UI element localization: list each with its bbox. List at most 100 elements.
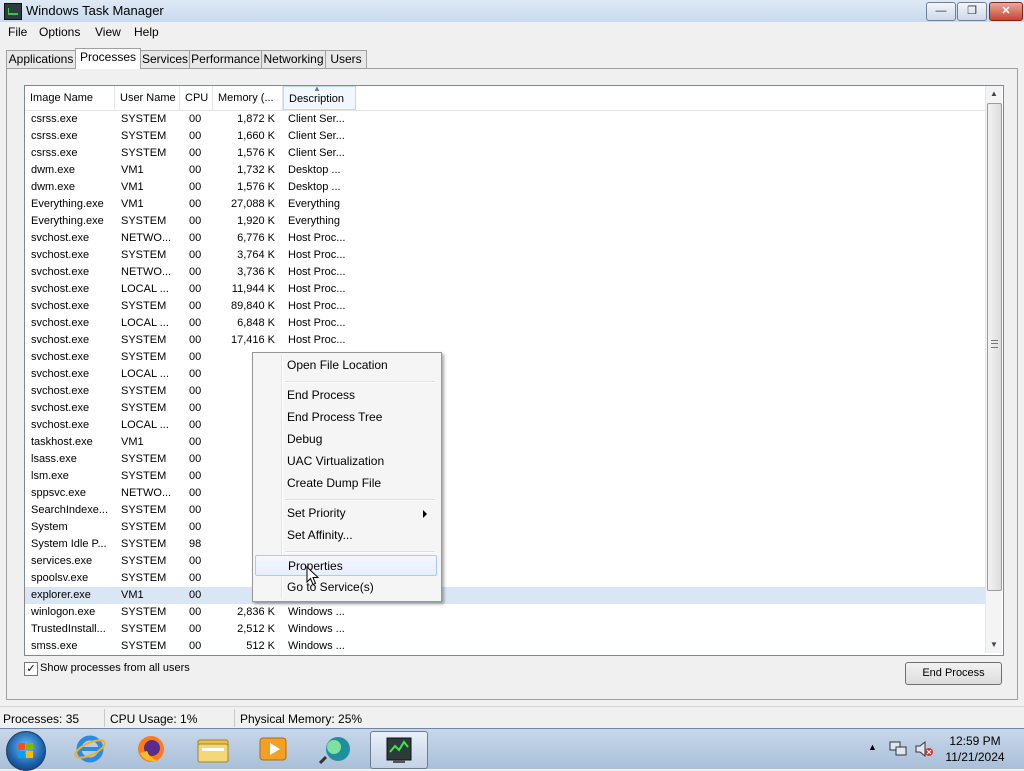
firefox-button[interactable] bbox=[123, 731, 179, 767]
table-row[interactable]: services.exeSYSTEM004,5 bbox=[25, 553, 985, 570]
menu-item-go-to-services[interactable]: Go to Service(s) bbox=[255, 577, 437, 598]
table-row[interactable]: csrss.exe SYSTEM 00 1,576 K Client Ser... bbox=[25, 145, 985, 162]
cell-cpu: 00 bbox=[189, 385, 202, 397]
column-memory[interactable]: Memory (... bbox=[213, 86, 283, 110]
table-row[interactable]: spoolsv.exeSYSTEM004,6 bbox=[25, 570, 985, 587]
scroll-down-icon[interactable]: ▼ bbox=[986, 637, 1002, 653]
table-row[interactable]: explorer.exeVM10011,3 bbox=[25, 587, 985, 604]
table-row[interactable]: lsm.exeSYSTEM001,8 bbox=[25, 468, 985, 485]
table-row[interactable]: System SYSTEM 00 bbox=[25, 519, 985, 536]
menu-view[interactable]: View bbox=[95, 25, 121, 39]
maximize-button[interactable]: ❐ bbox=[957, 2, 987, 21]
start-button[interactable] bbox=[6, 731, 46, 771]
cell-cpu: 00 bbox=[189, 487, 202, 499]
tab-users[interactable]: Users bbox=[325, 50, 367, 68]
column-user-name[interactable]: User Name bbox=[115, 86, 180, 110]
menu-options[interactable]: Options bbox=[39, 25, 80, 39]
cell-mem: 6,776 K bbox=[237, 232, 275, 244]
network-icon[interactable] bbox=[888, 739, 908, 759]
cell-desc: Host Proc... bbox=[288, 232, 346, 244]
cell-user: SYSTEM bbox=[121, 334, 167, 346]
taskbar: ▲ 12:59 PM 11/21/2024 bbox=[0, 728, 1024, 771]
cell-name: svchost.exe bbox=[31, 368, 90, 380]
table-row[interactable]: svchost.exe NETWO... 00 6,776 K Host Proc... bbox=[25, 230, 985, 247]
table-row[interactable]: svchost.exeLOCAL ...007,8 bbox=[25, 366, 985, 383]
menu-item-properties[interactable]: Properties bbox=[255, 555, 437, 576]
context-menu: Open File Location End Process End Proce… bbox=[252, 352, 442, 602]
show-all-users-label[interactable]: Show processes from all users bbox=[40, 662, 190, 674]
show-hidden-icons-icon[interactable]: ▲ bbox=[868, 742, 877, 752]
minimize-button[interactable]: — bbox=[926, 2, 956, 21]
table-row[interactable]: svchost.exeSYSTEM003,0 bbox=[25, 349, 985, 366]
menu-item-debug[interactable]: Debug bbox=[255, 429, 437, 450]
tab-processes[interactable]: Processes bbox=[75, 48, 141, 69]
table-row[interactable]: taskhost.exeVM1002,4 bbox=[25, 434, 985, 451]
column-image-name[interactable]: Image Name bbox=[25, 86, 115, 110]
table-row[interactable]: sppsvc.exeNETWO...0013,1 bbox=[25, 485, 985, 502]
table-row[interactable]: TrustedInstall... SYSTEM 00 2,512 K Windows … bbox=[25, 621, 985, 638]
table-row[interactable]: csrss.exe SYSTEM 00 1,660 K Client Ser... bbox=[25, 128, 985, 145]
table-row[interactable]: Everything.exe SYSTEM 00 1,920 K Everything bbox=[25, 213, 985, 230]
system-clock[interactable]: 12:59 PM 11/21/2024 bbox=[940, 733, 1010, 765]
process-list[interactable]: Image Name User Name CPU Memory (... Des… bbox=[24, 85, 1004, 656]
end-process-button[interactable]: End Process bbox=[905, 662, 1002, 685]
cell-user: SYSTEM bbox=[121, 113, 167, 125]
menu-item-set-priority[interactable]: Set Priority bbox=[255, 503, 437, 524]
table-row[interactable]: svchost.exe NETWO... 00 3,736 K Host Proc... bbox=[25, 264, 985, 281]
table-row[interactable]: svchost.exe SYSTEM 00 3,764 K Host Proc... bbox=[25, 247, 985, 264]
menu-item-uac-virtualization[interactable]: UAC Virtualization bbox=[255, 451, 437, 472]
cell-cpu: 00 bbox=[189, 504, 202, 516]
windows-explorer-button[interactable] bbox=[185, 731, 241, 767]
table-row[interactable]: svchost.exe LOCAL ... 00 6,848 K Host Proc..… bbox=[25, 315, 985, 332]
table-row[interactable]: SearchIndexe...SYSTEM006,9 bbox=[25, 502, 985, 519]
show-all-users-checkbox[interactable]: ✓ bbox=[24, 662, 38, 676]
menu-item-open-file-location[interactable]: Open File Location bbox=[255, 355, 437, 376]
scroll-up-icon[interactable]: ▲ bbox=[986, 86, 1002, 102]
table-row[interactable]: svchost.exe LOCAL ... 00 11,944 K Host Proc.… bbox=[25, 281, 985, 298]
cell-desc: Everything bbox=[288, 198, 340, 210]
menu-file[interactable]: File bbox=[8, 25, 27, 39]
table-row[interactable]: dwm.exe VM1 00 1,576 K Desktop ... bbox=[25, 179, 985, 196]
cell-mem: 11,944 K bbox=[231, 283, 275, 295]
task-manager-taskbar-button[interactable] bbox=[370, 731, 428, 769]
cell-user: SYSTEM bbox=[121, 402, 167, 414]
media-player-button[interactable] bbox=[246, 731, 302, 767]
cell-desc: Desktop ... bbox=[288, 164, 341, 176]
cell-desc: Host Proc... bbox=[288, 266, 346, 278]
table-row[interactable]: Everything.exe VM1 00 27,088 K Everything bbox=[25, 196, 985, 213]
tab-networking[interactable]: Networking bbox=[261, 50, 326, 68]
table-row[interactable]: System Idle P... SYSTEM 98 bbox=[25, 536, 985, 553]
internet-explorer-button[interactable] bbox=[62, 731, 118, 767]
internet-explorer-icon bbox=[74, 735, 106, 763]
cell-mem: 1,732 K bbox=[237, 164, 275, 176]
close-button[interactable]: ✕ bbox=[989, 2, 1023, 21]
menu-item-end-process-tree[interactable]: End Process Tree bbox=[255, 407, 437, 428]
task-manager-icon bbox=[4, 3, 22, 20]
menu-item-end-process[interactable]: End Process bbox=[255, 385, 437, 406]
cell-name: System Idle P... bbox=[31, 538, 107, 550]
volume-muted-icon[interactable] bbox=[914, 739, 934, 759]
cell-cpu: 00 bbox=[189, 198, 202, 210]
table-row[interactable]: svchost.exeSYSTEM002,9 bbox=[25, 400, 985, 417]
table-row[interactable]: winlogon.exe SYSTEM 00 2,836 K Windows ... bbox=[25, 604, 985, 621]
vertical-scrollbar[interactable]: ▲ ▼ bbox=[985, 86, 1002, 653]
table-row[interactable]: svchost.exeLOCAL ...001,6 bbox=[25, 417, 985, 434]
tab-performance[interactable]: Performance bbox=[189, 50, 262, 68]
tab-applications[interactable]: Applications bbox=[6, 50, 76, 68]
cell-user: LOCAL ... bbox=[121, 368, 169, 380]
table-row[interactable]: lsass.exeSYSTEM004,3 bbox=[25, 451, 985, 468]
column-cpu[interactable]: CPU bbox=[180, 86, 213, 110]
menu-item-set-affinity[interactable]: Set Affinity... bbox=[255, 525, 437, 546]
table-row[interactable]: svchost.exe SYSTEM 00 89,840 K Host Proc... bbox=[25, 298, 985, 315]
network-app-button[interactable] bbox=[308, 731, 364, 767]
scroll-thumb[interactable] bbox=[987, 103, 1002, 591]
table-row[interactable]: dwm.exe VM1 00 1,732 K Desktop ... bbox=[25, 162, 985, 179]
table-row[interactable]: svchost.exe SYSTEM 00 17,416 K Host Proc... bbox=[25, 332, 985, 349]
table-row[interactable]: svchost.exeSYSTEM0057,6 bbox=[25, 383, 985, 400]
menu-item-create-dump-file[interactable]: Create Dump File bbox=[255, 473, 437, 494]
menu-help[interactable]: Help bbox=[134, 25, 159, 39]
cell-name: explorer.exe bbox=[31, 589, 91, 601]
table-row[interactable]: smss.exe SYSTEM 00 512 K Windows ... bbox=[25, 638, 985, 655]
tab-services[interactable]: Services bbox=[139, 50, 191, 68]
table-row[interactable]: csrss.exe SYSTEM 00 1,872 K Client Ser... bbox=[25, 111, 985, 128]
